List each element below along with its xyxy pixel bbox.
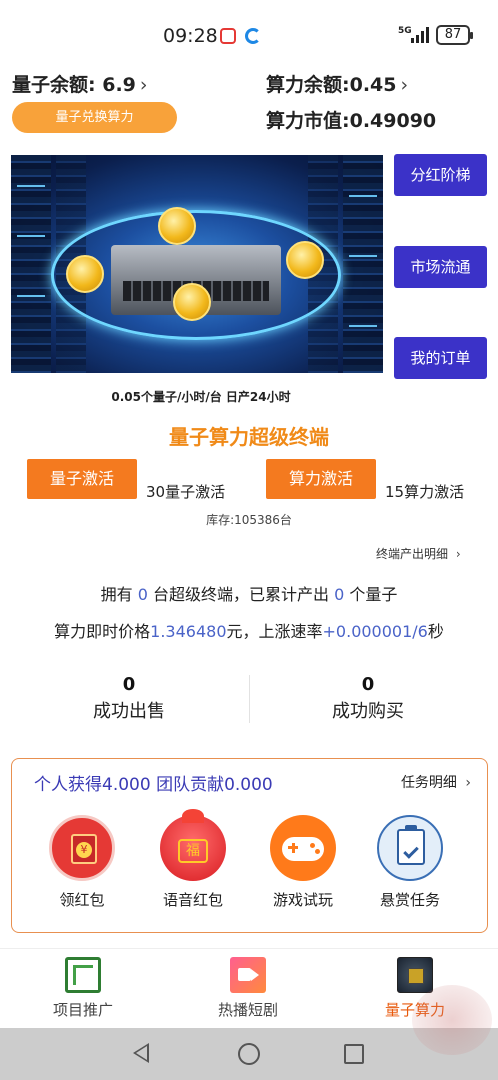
ownership-summary: 拥有 0 台超级终端，已累计产出 0 个量子	[0, 581, 498, 605]
video-icon	[230, 957, 266, 993]
price-value: 1.346480	[150, 622, 227, 641]
ownership-prefix: 拥有	[100, 585, 133, 604]
network-type: 5G	[398, 26, 412, 36]
exchange-power-button[interactable]: 量子兑换算力	[12, 102, 177, 133]
price-summary: 算力即时价格1.346480元，上涨速率+0.000001/6秒	[0, 618, 498, 642]
coin-icon	[286, 241, 324, 279]
home-icon[interactable]	[238, 1043, 260, 1065]
chip-icon	[397, 957, 433, 993]
ownership-middle: 台超级终端，已累计产出	[152, 585, 329, 604]
gamepad-icon	[270, 815, 336, 881]
task-voice-red-envelope[interactable]: 福 语音红包	[148, 809, 238, 910]
back-icon[interactable]	[133, 1043, 149, 1063]
market-value-number: 0.49090	[349, 110, 437, 132]
coin-icon	[158, 207, 196, 245]
watermark-stamp	[412, 985, 492, 1055]
notification-browser-icon	[245, 28, 261, 44]
produced-quantum-count: 0	[334, 585, 345, 604]
task-label: 领红包	[59, 891, 105, 909]
coin-icon	[66, 255, 104, 293]
red-envelope-icon: ¥	[49, 815, 115, 881]
task-label: 游戏试玩	[272, 891, 333, 909]
tab-label: 项目推广	[52, 1001, 113, 1019]
task-card: 个人获得4.000 团队贡献0.000 任务明细 › ¥ 领红包 福 语音红包	[11, 758, 488, 933]
market-circulation-button[interactable]: 市场流通	[394, 246, 487, 288]
price-middle: 元，上涨速率	[226, 622, 323, 641]
chevron-right-icon: ›	[400, 74, 409, 96]
signal-bars-icon	[411, 27, 431, 43]
server-banner-image	[11, 155, 383, 373]
power-activate-button[interactable]: 算力激活	[266, 459, 376, 499]
task-red-envelope[interactable]: ¥ 领红包	[37, 815, 127, 910]
dividend-ladder-button[interactable]: 分红阶梯	[394, 154, 487, 196]
stats-divider	[249, 675, 250, 723]
task-earnings-summary: 个人获得4.000 团队贡献0.000	[34, 775, 273, 795]
terminal-title: 量子算力超级终端	[169, 425, 329, 449]
task-label: 语音红包	[162, 891, 223, 909]
quantum-activate-button[interactable]: 量子激活	[27, 459, 137, 499]
bought-stat: 0 成功购买	[268, 674, 468, 723]
notification-app-icon	[220, 28, 236, 44]
tab-label: 热播短剧	[217, 1001, 278, 1019]
task-detail-label: 任务明细	[400, 775, 457, 791]
price-prefix: 算力即时价格	[54, 622, 151, 641]
battery-icon: 87	[436, 25, 473, 45]
quantum-activate-note: 30量子激活	[146, 483, 226, 501]
terminal-output-detail-link[interactable]: 终端产出明细 ›	[376, 545, 461, 562]
clipboard-check-icon	[377, 815, 443, 881]
tab-project-promotion[interactable]: 项目推广	[23, 957, 143, 1020]
power-balance[interactable]: 算力余额:0.45 ›	[266, 70, 408, 97]
sold-count: 0	[122, 674, 136, 695]
task-label: 悬赏任务	[379, 891, 440, 909]
power-activate-note: 15算力激活	[385, 483, 465, 501]
sold-stat: 0 成功出售	[29, 674, 229, 723]
price-rate: +0.000001/6	[322, 622, 428, 641]
power-balance-value: 0.45	[349, 74, 397, 96]
ownership-suffix: 个量子	[349, 585, 398, 604]
tab-hot-dramas[interactable]: 热播短剧	[188, 957, 308, 1020]
bought-label: 成功购买	[332, 701, 404, 722]
status-time: 09:28	[163, 25, 218, 47]
my-orders-button[interactable]: 我的订单	[394, 337, 487, 379]
chevron-right-icon: ›	[455, 547, 461, 561]
recent-apps-icon[interactable]	[344, 1044, 364, 1064]
coin-icon	[173, 283, 211, 321]
app-page: 09:28 5G 87 量子余额: 6.9 › 算力余额:0.45 › 量子兑换算力…	[0, 0, 498, 1080]
bought-count: 0	[361, 674, 375, 695]
owned-terminal-count: 0	[137, 585, 148, 604]
task-game-trial[interactable]: 游戏试玩	[258, 815, 348, 910]
quantum-balance-value: 6.9	[102, 74, 136, 96]
production-rate-text: 0.05个量子/小时/台 日产24小时	[111, 390, 291, 404]
chevron-right-icon: ›	[465, 775, 471, 791]
ad-icon	[65, 957, 101, 993]
chevron-right-icon: ›	[139, 74, 148, 96]
power-market-value: 算力市值:0.49090	[266, 106, 436, 133]
status-bar: 09:28 5G 87	[0, 0, 498, 64]
task-detail-link[interactable]: 任务明细 ›	[401, 772, 471, 792]
market-value-label: 算力市值:	[266, 110, 350, 132]
power-balance-label: 算力余额:	[266, 74, 350, 96]
task-bounty[interactable]: 悬赏任务	[365, 815, 455, 910]
sold-label: 成功出售	[93, 701, 165, 722]
lucky-bag-icon: 福	[160, 809, 226, 881]
quantum-balance[interactable]: 量子余额: 6.9 ›	[12, 70, 148, 97]
stock-count: 库存:105386台	[206, 513, 292, 527]
detail-link-label: 终端产出明细	[376, 547, 449, 561]
quantum-balance-label: 量子余额:	[12, 74, 96, 96]
price-suffix: 秒	[427, 622, 444, 641]
